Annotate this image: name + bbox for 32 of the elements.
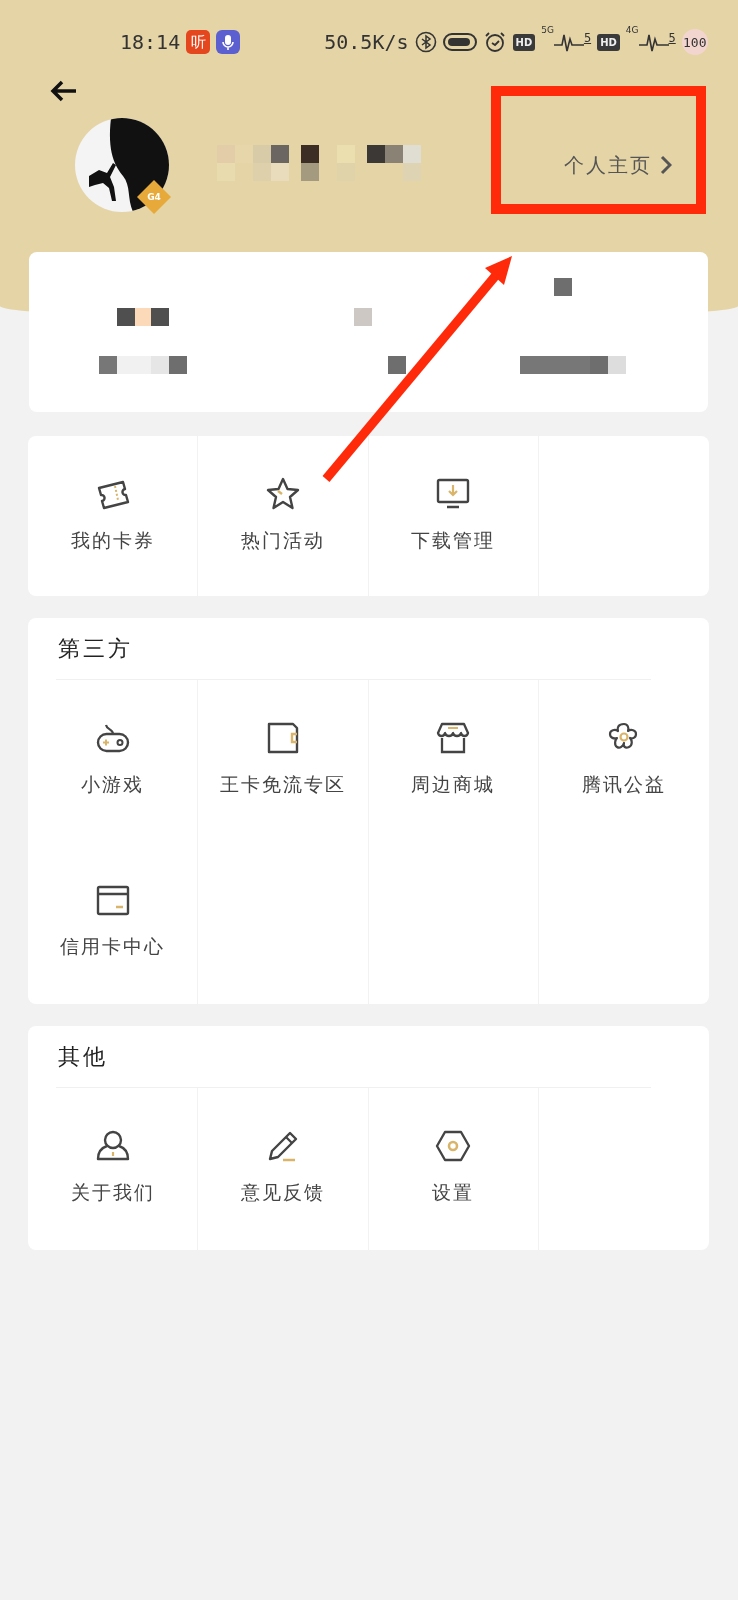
section-title: 第三方 <box>57 635 134 663</box>
bluetooth-icon <box>414 31 437 53</box>
back-arrow-icon[interactable] <box>50 80 78 102</box>
signal-strength: 5 <box>583 31 592 45</box>
app-notification-badge: 听 <box>186 30 211 54</box>
menu-item[interactable]: 设置 <box>432 1088 475 1206</box>
network-type: 5G <box>541 25 554 35</box>
profile-link[interactable]: 个人主页 <box>564 151 672 179</box>
network-speed: 50.5K/s <box>324 30 409 54</box>
menu-item[interactable]: 小游戏 <box>81 680 145 798</box>
menu-item[interactable]: 王卡免流专区 <box>219 680 346 798</box>
menu-item[interactable]: 意见反馈 <box>240 1088 325 1206</box>
hd-badge: HD <box>512 33 536 51</box>
menu-item[interactable]: 周边商城 <box>411 680 496 798</box>
menu-item[interactable]: 关于我们 <box>70 1088 155 1206</box>
menu-item[interactable]: 腾讯公益 <box>581 680 666 798</box>
chevron-right-icon <box>660 155 672 175</box>
battery-level: 100 <box>681 29 708 55</box>
star-icon <box>264 476 301 512</box>
hexagon-icon <box>435 1128 472 1164</box>
hd-badge: HD <box>597 33 620 51</box>
menu-item[interactable]: 信用卡中心 <box>60 842 166 960</box>
menu-item[interactable]: 下载管理 <box>411 436 496 554</box>
clock-time: 18:14 <box>120 30 181 54</box>
microphone-icon <box>216 30 241 54</box>
menu-item[interactable]: 我的卡券 <box>70 436 155 554</box>
shop-icon <box>435 720 472 756</box>
toggle-icon <box>442 32 477 52</box>
signal-strength: 5 <box>668 31 676 45</box>
network-type: 4G <box>625 25 639 35</box>
menu-item[interactable]: 热门活动 <box>240 436 325 554</box>
section-title: 其他 <box>57 1043 109 1071</box>
